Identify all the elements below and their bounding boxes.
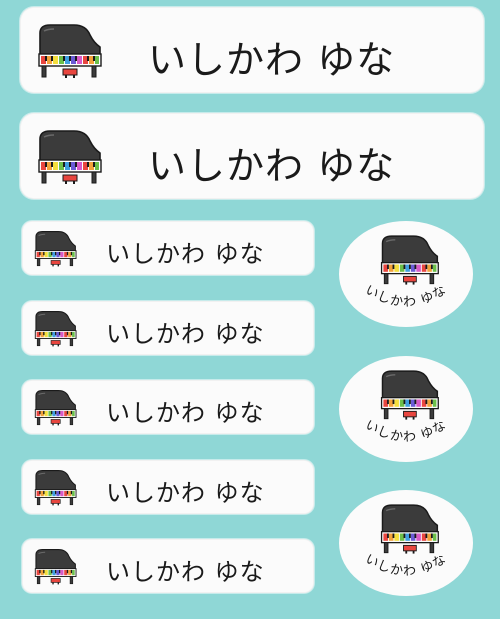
label-name: いしかわ ゆな [106, 320, 265, 348]
grand-piano-icon [32, 308, 78, 348]
small-name-label: いしかわ ゆな [22, 380, 314, 434]
large-name-label: いしかわ ゆな [20, 7, 484, 93]
small-name-label: いしかわ ゆな [22, 301, 314, 355]
oval-name-label: いしかわ ゆな [339, 221, 473, 327]
oval-name-label: いしかわ ゆな [339, 356, 473, 462]
grand-piano-icon [32, 228, 78, 268]
grand-piano-icon [34, 127, 104, 185]
label-name: いしかわ ゆな [106, 399, 265, 427]
label-name: いしかわ ゆな [106, 240, 265, 268]
small-name-label: いしかわ ゆな [22, 460, 314, 514]
label-name-curved: いしかわ ゆな [362, 283, 449, 311]
label-name: いしかわ ゆな [148, 144, 396, 188]
label-name-curved: いしかわ ゆな [362, 418, 449, 446]
label-name: いしかわ ゆな [362, 552, 448, 580]
small-name-label: いしかわ ゆな [22, 221, 314, 275]
label-name: いしかわ ゆな [106, 558, 265, 586]
svg-text:いしかわ ゆな: いしかわ ゆな [362, 418, 449, 446]
label-name: いしかわ ゆな [106, 479, 265, 507]
grand-piano-icon [34, 21, 104, 79]
name-label-sheet: いしかわ ゆな いしかわ ゆな いしかわ ゆな いしかわ ゆな いしかわ ゆな … [0, 0, 500, 619]
grand-piano-icon [32, 467, 78, 507]
large-name-label: いしかわ ゆな [20, 113, 484, 199]
grand-piano-icon [32, 546, 78, 586]
svg-text:いしかわ ゆな: いしかわ ゆな [362, 552, 449, 580]
label-name: いしかわ ゆな [362, 418, 448, 446]
label-name-curved: いしかわ ゆな [362, 552, 449, 580]
svg-text:いしかわ ゆな: いしかわ ゆな [362, 283, 449, 311]
label-name: いしかわ ゆな [148, 38, 396, 82]
label-name: いしかわ ゆな [362, 283, 448, 311]
oval-name-label: いしかわ ゆな [339, 490, 473, 596]
small-name-label: いしかわ ゆな [22, 539, 314, 593]
grand-piano-icon [32, 387, 78, 427]
